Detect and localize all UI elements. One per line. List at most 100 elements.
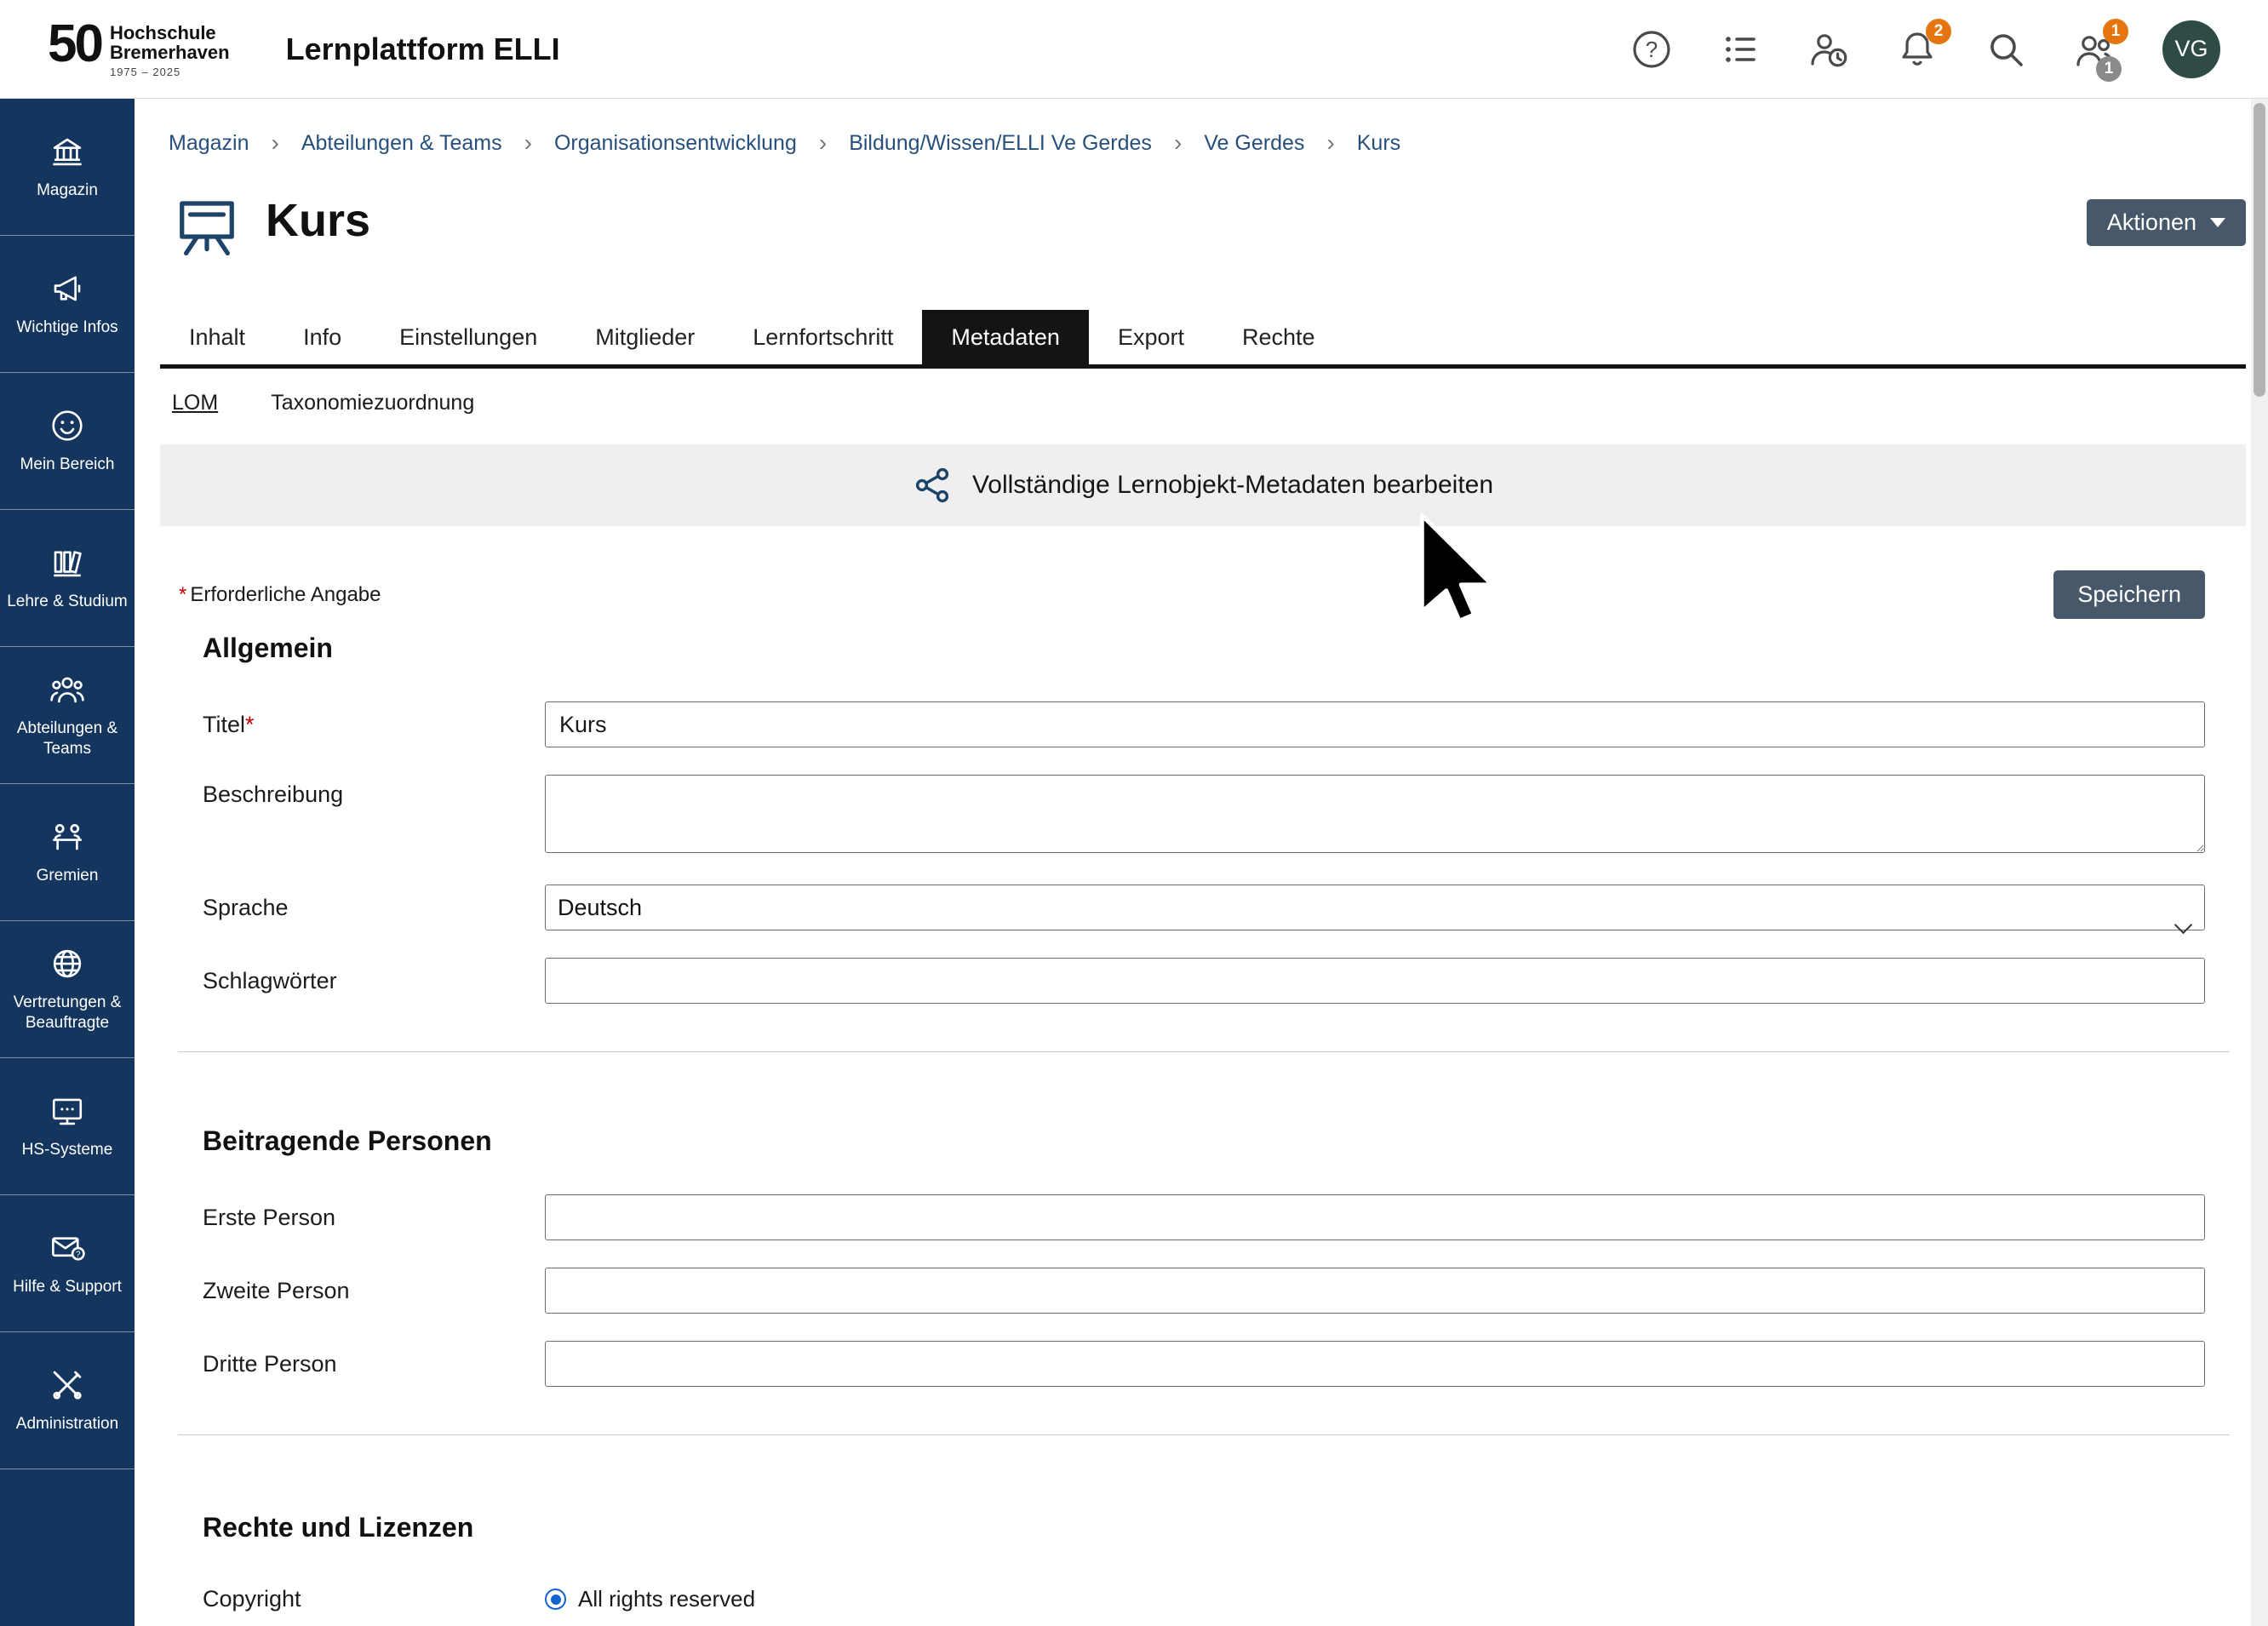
user-clock-button[interactable] [1808, 29, 1849, 70]
contacts-button[interactable]: 1 1 [2074, 29, 2115, 70]
smiley-icon [49, 408, 85, 444]
section-divider [178, 1051, 2230, 1052]
copyright-radio-selected[interactable] [545, 1589, 566, 1610]
subtab-lom[interactable]: LOM [172, 391, 218, 415]
required-asterisk: * [179, 583, 186, 606]
share-nodes-icon [913, 465, 954, 506]
field-row-dritte-person: Dritte Person [203, 1341, 2246, 1387]
page-header: Kurs Aktionen [160, 192, 2246, 259]
tab-metadaten[interactable]: Metadaten [922, 310, 1089, 364]
monitor-icon [49, 1093, 85, 1129]
section-rechte-lizenzen: Rechte und Lizenzen Copyright All rights… [160, 1512, 2246, 1612]
section-title-beitragende: Beitragende Personen [203, 1125, 2246, 1157]
beschreibung-label: Beschreibung [203, 775, 545, 808]
svg-text:?: ? [1646, 36, 1658, 61]
field-row-zweite-person: Zweite Person [203, 1268, 2246, 1314]
actions-button[interactable]: Aktionen [2087, 199, 2246, 246]
breadcrumb-item[interactable]: Abteilungen & Teams [301, 131, 502, 156]
subtab-taxonomiezuordnung[interactable]: Taxonomiezuordnung [271, 391, 474, 415]
sidebar-item-magazin[interactable]: Magazin [0, 99, 135, 236]
scrollbar[interactable] [2251, 99, 2268, 1626]
section-title-rechte: Rechte und Lizenzen [203, 1512, 2246, 1543]
user-clock-icon [1808, 29, 1849, 70]
tools-icon [49, 1367, 85, 1403]
page-title: Kurs [266, 196, 370, 246]
app-root: 50 Hochschule Bremerhaven 1975 – 2025 Le… [0, 0, 2268, 1626]
dritte-person-input[interactable] [545, 1341, 2205, 1387]
notifications-badge: 2 [1926, 19, 1951, 44]
sidebar-item-hilfe-support[interactable]: ? Hilfe & Support [0, 1195, 135, 1332]
contacts-badge-top: 1 [2103, 19, 2128, 44]
main-sidebar: Magazin Wichtige Infos Mein Bereich [0, 99, 135, 1626]
sprache-select[interactable]: Deutsch [545, 885, 2205, 930]
mail-help-icon: ? [49, 1230, 85, 1266]
erste-person-label: Erste Person [203, 1205, 545, 1231]
tab-rechte[interactable]: Rechte [1213, 310, 1344, 364]
sidebar-item-lehre-studium[interactable]: Lehre & Studium [0, 510, 135, 647]
copyright-radio-group: All rights reserved [545, 1586, 755, 1612]
banner-label: Vollständige Lernobjekt-Metadaten bearbe… [972, 471, 1493, 500]
tab-mitglieder[interactable]: Mitglieder [566, 310, 724, 364]
top-header: 50 Hochschule Bremerhaven 1975 – 2025 Le… [0, 0, 2268, 99]
avatar-initials: VG [2174, 36, 2208, 62]
sidebar-item-hs-systeme[interactable]: HS-Systeme [0, 1058, 135, 1195]
list-button[interactable] [1720, 29, 1761, 70]
globe-icon [49, 946, 85, 982]
sidebar-item-mein-bereich[interactable]: Mein Bereich [0, 373, 135, 510]
chevron-right-icon: › [272, 129, 279, 157]
breadcrumb: Magazin › Abteilungen & Teams › Organisa… [160, 129, 2246, 157]
tab-info[interactable]: Info [274, 310, 370, 364]
field-row-beschreibung: Beschreibung [203, 775, 2246, 857]
breadcrumb-item[interactable]: Organisationsentwicklung [554, 131, 797, 156]
required-note: *Erforderliche Angabe [179, 583, 381, 607]
logo-text: Hochschule Bremerhaven 1975 – 2025 [110, 20, 230, 79]
save-button[interactable]: Speichern [2053, 570, 2205, 619]
search-button[interactable] [1985, 29, 2026, 70]
sidebar-item-abteilungen-teams[interactable]: Abteilungen & Teams [0, 647, 135, 784]
beschreibung-textarea[interactable] [545, 775, 2205, 853]
breadcrumb-item[interactable]: Ve Gerdes [1204, 131, 1304, 156]
sprache-select-wrap: Deutsch [545, 904, 2205, 919]
tab-export[interactable]: Export [1089, 310, 1213, 364]
megaphone-icon [49, 271, 85, 306]
help-icon: ? [1631, 29, 1672, 70]
header-icon-bar: ? [1631, 20, 2220, 78]
chevron-right-icon: › [819, 129, 827, 157]
contacts-badge-bottom: 1 [2096, 56, 2122, 82]
tab-inhalt[interactable]: Inhalt [160, 310, 274, 364]
zweite-person-input[interactable] [545, 1268, 2205, 1314]
erste-person-input[interactable] [545, 1194, 2205, 1240]
tab-lernfortschritt[interactable]: Lernfortschritt [724, 310, 922, 364]
sidebar-item-gremien[interactable]: Gremien [0, 784, 135, 921]
search-icon [1985, 29, 2026, 70]
section-allgemein: Allgemein Titel* Beschreibung [160, 633, 2246, 1004]
sidebar-item-administration[interactable]: Administration [0, 1332, 135, 1469]
field-row-copyright: Copyright All rights reserved [203, 1586, 2246, 1612]
field-row-schlagwoerter: Schlagwörter [203, 958, 2246, 1004]
form-toolbar: *Erforderliche Angabe Speichern [160, 570, 2246, 619]
committee-icon [49, 819, 85, 855]
main-content: Magazin › Abteilungen & Teams › Organisa… [135, 99, 2251, 1626]
tab-einstellungen[interactable]: Einstellungen [370, 310, 566, 364]
scrollbar-thumb[interactable] [2254, 103, 2265, 397]
help-button[interactable]: ? [1631, 29, 1672, 70]
logo-50: 50 [48, 20, 101, 70]
bullet-list-icon [1720, 29, 1761, 70]
field-row-erste-person: Erste Person [203, 1194, 2246, 1240]
user-avatar[interactable]: VG [2162, 20, 2220, 78]
sprache-label: Sprache [203, 895, 545, 921]
edit-full-metadata-banner[interactable]: Vollständige Lernobjekt-Metadaten bearbe… [160, 444, 2246, 526]
sidebar-item-vertretungen[interactable]: Vertretungen & Beauftragte [0, 921, 135, 1058]
app-title: Lernplattform ELLI [286, 31, 560, 67]
university-logo[interactable]: 50 Hochschule Bremerhaven 1975 – 2025 [48, 20, 230, 79]
schlagwoerter-input[interactable] [545, 958, 2205, 1004]
dritte-person-label: Dritte Person [203, 1351, 545, 1377]
bank-icon [49, 134, 85, 169]
titel-input[interactable] [545, 701, 2205, 747]
notifications-button[interactable]: 2 [1897, 29, 1938, 70]
sidebar-item-wichtige-infos[interactable]: Wichtige Infos [0, 236, 135, 373]
breadcrumb-item[interactable]: Bildung/Wissen/ELLI Ve Gerdes [849, 131, 1152, 156]
breadcrumb-item[interactable]: Kurs [1357, 131, 1400, 156]
breadcrumb-item[interactable]: Magazin [169, 131, 249, 156]
zweite-person-label: Zweite Person [203, 1278, 545, 1304]
